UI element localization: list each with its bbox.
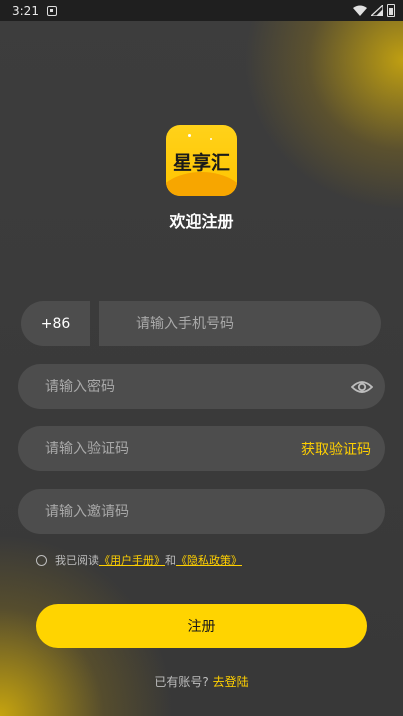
login-link[interactable]: 去登陆 [213, 675, 249, 689]
agreement-and: 和 [165, 554, 176, 567]
invite-code-input[interactable] [45, 503, 385, 520]
battery-icon [387, 4, 395, 17]
password-input[interactable] [45, 378, 351, 395]
notification-icon [46, 5, 57, 16]
status-bar: 3:21 [0, 0, 403, 21]
verification-code-field[interactable]: 获取验证码 [18, 426, 385, 471]
country-code: +86 [40, 315, 71, 332]
status-time: 3:21 [12, 3, 39, 18]
country-code-selector[interactable]: +86 [21, 301, 90, 346]
login-prompt: 已有账号? 去登陆 [0, 673, 403, 690]
user-manual-link[interactable]: 《用户手册》 [99, 552, 165, 568]
login-prompt-text: 已有账号? [154, 675, 209, 689]
invite-code-field[interactable] [18, 489, 385, 534]
app-logo: 星享汇 [166, 125, 237, 196]
password-field[interactable] [18, 364, 385, 409]
register-screen: 3:21 星享汇 欢迎注册 +86 请输入手机号码 请输入验证码 获取验证码 请… [0, 0, 403, 716]
eye-icon[interactable] [351, 379, 373, 395]
phone-field[interactable] [99, 301, 381, 346]
get-code-button[interactable]: 获取验证码 [301, 439, 371, 459]
logo-star-icon [210, 138, 212, 140]
signal-icon [371, 5, 383, 16]
agreement-radio[interactable] [36, 554, 47, 566]
agreement-prefix: 我已阅读 [55, 554, 99, 567]
register-button[interactable]: 注册 [36, 604, 367, 648]
status-icons [353, 4, 395, 17]
privacy-policy-link[interactable]: 《隐私政策》 [176, 552, 242, 568]
verification-code-input[interactable] [45, 440, 301, 457]
logo-star-icon [188, 134, 191, 137]
logo-sun-arc [166, 172, 237, 196]
wifi-icon [353, 5, 367, 16]
page-title: 欢迎注册 [169, 212, 234, 231]
logo-text: 星享汇 [172, 152, 230, 174]
phone-input[interactable] [136, 315, 381, 332]
agreement-row: 我已阅读 《用户手册》 和 《隐私政策》 [36, 552, 242, 568]
